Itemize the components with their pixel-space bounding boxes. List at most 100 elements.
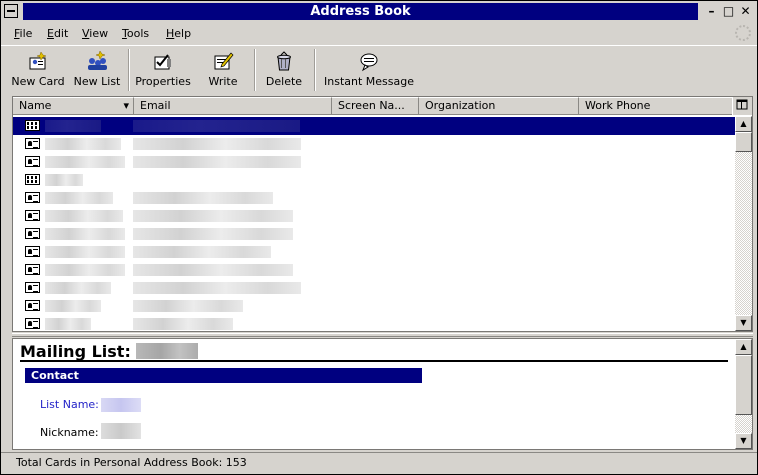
instant-message-button[interactable]: Instant Message [323,50,415,94]
throbber-icon [735,25,751,41]
redacted-name [45,246,125,258]
card-list[interactable]: Name ▾ Email Screen Na... Organization Wo… [12,96,753,332]
detail-scrollbar[interactable]: ▲ ▼ [735,339,752,449]
redacted-list-title [136,343,199,359]
maximize-button[interactable]: □ [721,4,736,19]
redacted-email [133,300,243,312]
redacted-email [133,264,293,276]
column-picker-icon [736,99,748,110]
table-row[interactable] [13,279,735,297]
redacted-email [133,228,293,240]
column-header-row: Name ▾ Email Screen Na... Organization Wo… [13,97,752,115]
scroll-thumb[interactable] [735,132,752,152]
properties-button[interactable]: Properties [134,50,192,94]
scroll-thumb[interactable] [735,355,752,415]
detail-heading: Mailing List: [20,341,199,361]
table-row[interactable] [13,207,735,225]
table-row[interactable] [13,135,735,153]
contact-card-icon [25,264,40,275]
scroll-up-button[interactable]: ▲ [735,339,752,355]
redacted-email [133,120,300,132]
delete-button[interactable]: Delete [263,50,305,94]
table-row[interactable] [13,315,735,331]
pane-splitter[interactable] [12,333,753,337]
delete-label: Delete [265,75,303,88]
new-card-icon [29,51,47,70]
scroll-down-button[interactable]: ▼ [735,315,752,331]
redacted-name [45,228,125,240]
table-row[interactable] [13,153,735,171]
minimize-button[interactable]: – [704,4,719,19]
window-title: Address Book [23,3,698,20]
contact-card-icon [25,138,40,149]
contact-card-icon [25,210,40,221]
table-row[interactable] [13,171,735,189]
column-email[interactable]: Email [134,97,332,115]
scroll-up-button[interactable]: ▲ [735,116,752,132]
menu-help[interactable]: Help [166,27,191,40]
scroll-down-button[interactable]: ▼ [735,433,752,449]
redacted-nickname [101,423,141,439]
window-menu-icon[interactable] [4,4,18,18]
redacted-email [133,192,273,204]
write-label: Write [208,75,238,88]
list-scrollbar[interactable]: ▲ ▼ [735,116,752,331]
card-rows [13,116,735,331]
redacted-email [133,156,301,168]
redacted-name [45,282,111,294]
menu-bar: File Edit View Tools Help [1,24,757,44]
nickname-label: Nickname: [40,426,99,439]
write-icon [214,52,234,70]
chat-bubble-icon [360,53,378,72]
redacted-name [45,138,121,150]
list-name-label: List Name: [40,398,99,411]
section-contact: Contact [25,368,422,383]
new-list-button[interactable]: New List [71,50,123,94]
contact-card-icon [25,282,40,293]
address-book-window: Address Book – □ ✕ File Edit View Tools … [0,0,758,475]
properties-label: Properties [135,75,191,88]
menu-file[interactable]: File [14,27,32,40]
menu-tools[interactable]: Tools [122,27,149,40]
mailing-list-icon [25,174,40,185]
contact-card-icon [25,156,40,167]
redacted-email [133,210,293,222]
contact-card-icon [25,300,40,311]
column-name[interactable]: Name ▾ [13,97,134,115]
title-bar[interactable]: Address Book – □ ✕ [1,1,757,23]
table-row[interactable] [13,225,735,243]
sort-descending-icon: ▾ [123,99,129,112]
table-row[interactable] [13,297,735,315]
properties-icon [154,54,171,70]
redacted-email [133,318,233,330]
table-row[interactable] [13,189,735,207]
toolbar: New Card New List Properties Write Delet… [1,45,757,94]
contact-card-icon [25,246,40,257]
redacted-list-name [101,398,141,412]
redacted-email [133,282,301,294]
write-button[interactable]: Write [203,50,243,94]
column-organization[interactable]: Organization [419,97,579,115]
mailing-list-icon [25,120,40,131]
table-row-selected[interactable] [13,117,735,135]
column-work-phone[interactable]: Work Phone [579,97,733,115]
column-screen-name[interactable]: Screen Na... [332,97,419,115]
redacted-name [45,156,125,168]
heading-divider [20,360,728,362]
menu-edit[interactable]: Edit [47,27,68,40]
redacted-name [45,120,101,132]
menu-view[interactable]: View [82,27,108,40]
instant-message-label: Instant Message [324,75,414,88]
toolbar-separator [314,49,316,91]
card-detail-pane: Mailing List: Contact List Name: Nicknam… [12,338,753,450]
table-row[interactable] [13,243,735,261]
contact-card-icon [25,228,40,239]
close-button[interactable]: ✕ [738,4,753,19]
table-row[interactable] [13,261,735,279]
new-card-button[interactable]: New Card [9,50,67,94]
status-text: Total Cards in Personal Address Book: 15… [16,456,247,469]
column-picker-button[interactable] [732,97,752,115]
toolbar-separator [254,49,256,91]
contact-card-icon [25,192,40,203]
redacted-name [45,300,101,312]
